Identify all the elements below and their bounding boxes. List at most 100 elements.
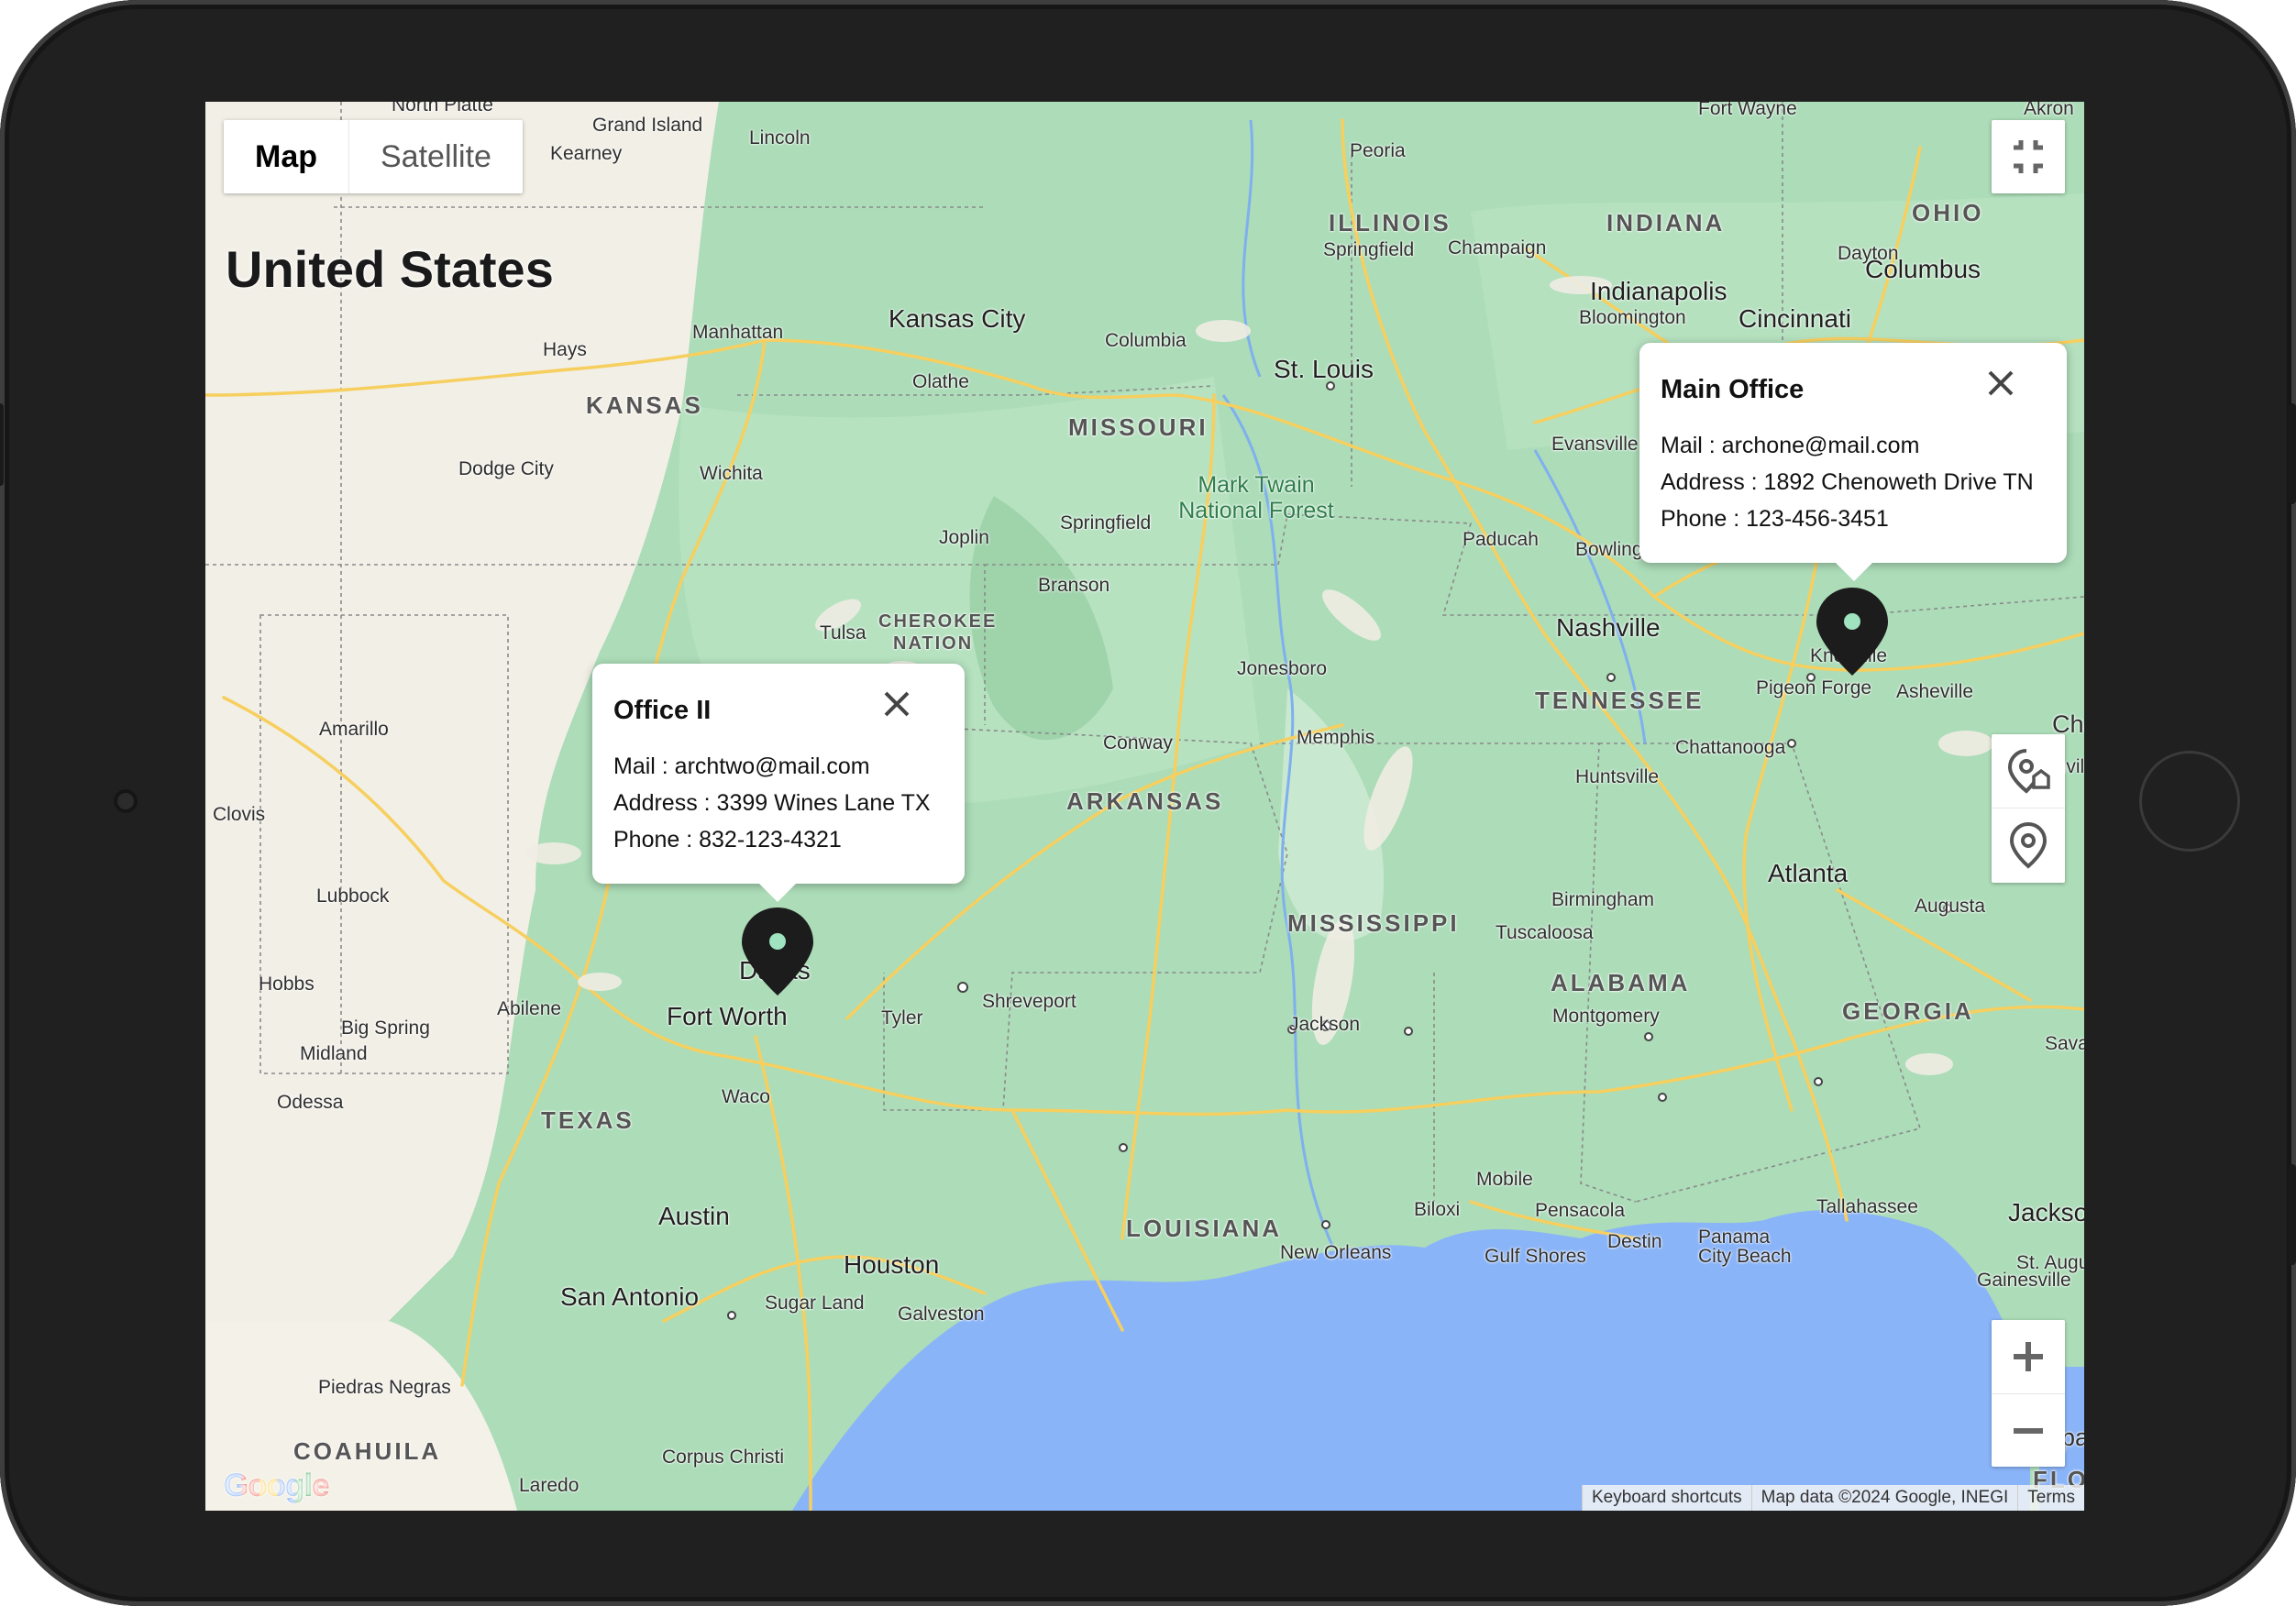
map-type-satellite-button[interactable]: Satellite (349, 120, 523, 193)
state-label-illinois: ILLINOIS (1329, 209, 1452, 236)
office-two-info-window: Office II Mail : archtwo@mail.com Addres… (592, 664, 965, 902)
city-label: Laredo (519, 1475, 580, 1496)
map-marker-icon (742, 908, 813, 996)
city-label: Odessa (277, 1092, 344, 1113)
location-pin-icon (2009, 821, 2048, 869)
main-office-address: Address : 1892 Chenoweth Drive TN (1661, 469, 2034, 495)
zoom-in-button[interactable] (1992, 1320, 2065, 1394)
city-label: Piedras Negras (318, 1377, 451, 1398)
location-home-icon (2007, 749, 2050, 794)
map-data-attribution: Map data ©2024 Google, INEGI (1750, 1485, 2018, 1511)
main-office-phone: Phone : 123-456-3451 (1661, 506, 1889, 532)
zoom-controls (1992, 1320, 2065, 1467)
state-label-georgia: GEORGIA (1842, 997, 1974, 1025)
zoom-out-icon (2014, 1428, 2043, 1434)
office-two-marker[interactable] (740, 906, 815, 997)
main-office-title: Main Office (1661, 375, 1805, 404)
city-label: Waco (722, 1086, 770, 1107)
city-label: Wichita (700, 463, 763, 484)
city-label: Akron (2024, 102, 2074, 119)
city-label: Branson (1038, 575, 1110, 596)
map-marker-icon (1816, 588, 1888, 676)
city-label: Springfield (1323, 239, 1415, 260)
city-label: Fort Wayne (1698, 102, 1797, 119)
state-label-louisiana: LOUISIANA (1126, 1215, 1282, 1242)
city-label: Savannah (2045, 1033, 2084, 1054)
office-two-close-button[interactable] (878, 686, 915, 722)
state-label-ohio: OHIO (1912, 199, 1984, 226)
city-label: Jackson (1289, 1014, 1361, 1035)
city-label: Tyler (881, 1007, 923, 1028)
city-label: Midland (300, 1043, 368, 1064)
city-label: Bloomington (1579, 307, 1686, 328)
close-icon (1988, 370, 2014, 396)
home-button[interactable] (2139, 751, 2240, 852)
city-label: Amarillo (319, 719, 389, 740)
state-label-indiana: INDIANA (1606, 209, 1726, 236)
city-label: Destin (1607, 1231, 1662, 1252)
google-logo[interactable]: Google (224, 1468, 330, 1504)
city-label-san-antonio: San Antonio (560, 1282, 700, 1311)
city-label-austin: Austin (658, 1202, 730, 1230)
my-location-button[interactable] (1992, 809, 2065, 883)
front-camera (114, 789, 138, 813)
main-office-mail: Mail : archone@mail.com (1661, 433, 1920, 458)
city-label: Gulf Shores (1485, 1246, 1586, 1267)
map-type-map-button[interactable]: Map (224, 120, 349, 193)
map-screen[interactable]: United States KANSAS MISSOURI ILLINOIS I… (205, 102, 2084, 1511)
city-label: Evansville (1551, 434, 1639, 455)
state-label-cherokee: CHEROKEE (878, 611, 998, 632)
city-label: Peoria (1350, 140, 1406, 161)
city-label: Manhattan (692, 322, 784, 343)
city-label: Joplin (939, 527, 989, 548)
fullscreen-exit-icon (2014, 140, 2043, 173)
city-label: Pensacola (1535, 1200, 1626, 1221)
main-office-close-button[interactable] (1982, 365, 2019, 402)
google-logo-text: Google (224, 1468, 330, 1503)
city-label-atlanta: Atlanta (1768, 859, 1849, 887)
office-two-mail: Mail : archtwo@mail.com (613, 754, 870, 779)
location-controls (1992, 734, 2065, 883)
city-label: Hays (543, 339, 587, 360)
fullscreen-toggle-button[interactable] (1992, 120, 2065, 193)
tablet-side-button-left (0, 403, 4, 486)
city-label: Chattanooga (1675, 737, 1786, 758)
city-label: Dayton (1838, 243, 1899, 264)
state-label-arkansas: ARKANSAS (1066, 787, 1224, 815)
tablet-side-button-right-top (2289, 403, 2296, 504)
city-label: Grand Island (592, 115, 703, 136)
city-label: Mobile (1476, 1169, 1533, 1190)
city-label-indianapolis: Indianapolis (1590, 277, 1728, 305)
city-label: Biloxi (1414, 1199, 1461, 1220)
city-label-houston: Houston (844, 1250, 940, 1279)
city-label: Pigeon Forge (1756, 677, 1872, 698)
main-office-marker[interactable] (1815, 586, 1890, 677)
city-label: Kearney (550, 143, 623, 164)
city-label: St. Augustine (2016, 1252, 2084, 1273)
tablet-side-button-right-bottom (2289, 1164, 2296, 1265)
info-window-tail (1836, 563, 1872, 581)
city-label: New Orleans (1280, 1242, 1392, 1263)
keyboard-shortcuts-link[interactable]: Keyboard shortcuts (1581, 1485, 1751, 1511)
city-label: Olathe (912, 371, 969, 392)
state-label-alabama: ALABAMA (1551, 969, 1691, 996)
zoom-in-icon (2014, 1342, 2043, 1371)
home-location-button[interactable] (1992, 734, 2065, 808)
forest-label: Mark Twain National Forest (1178, 472, 1334, 523)
state-label-mississippi: MISSISSIPPI (1287, 909, 1460, 937)
map-attribution-bar: Keyboard shortcuts Map data ©2024 Google… (1581, 1485, 2084, 1511)
city-label: Galveston (898, 1304, 985, 1325)
close-icon (884, 691, 910, 717)
city-label: Panama City Beach (1698, 1226, 1792, 1267)
city-label: Jonesboro (1237, 658, 1328, 679)
city-label: Hobbs (259, 974, 315, 995)
terms-link[interactable]: Terms (2017, 1485, 2084, 1511)
office-two-title: Office II (613, 696, 712, 725)
city-label: Springfield (1060, 512, 1152, 534)
state-label-tennessee: TENNESSEE (1535, 687, 1705, 714)
city-label: Champaign (1448, 237, 1547, 258)
city-label: Memphis (1297, 727, 1375, 748)
office-two-phone: Phone : 832-123-4321 (613, 827, 842, 852)
city-label: Paducah (1463, 529, 1539, 550)
zoom-out-button[interactable] (1992, 1394, 2065, 1467)
